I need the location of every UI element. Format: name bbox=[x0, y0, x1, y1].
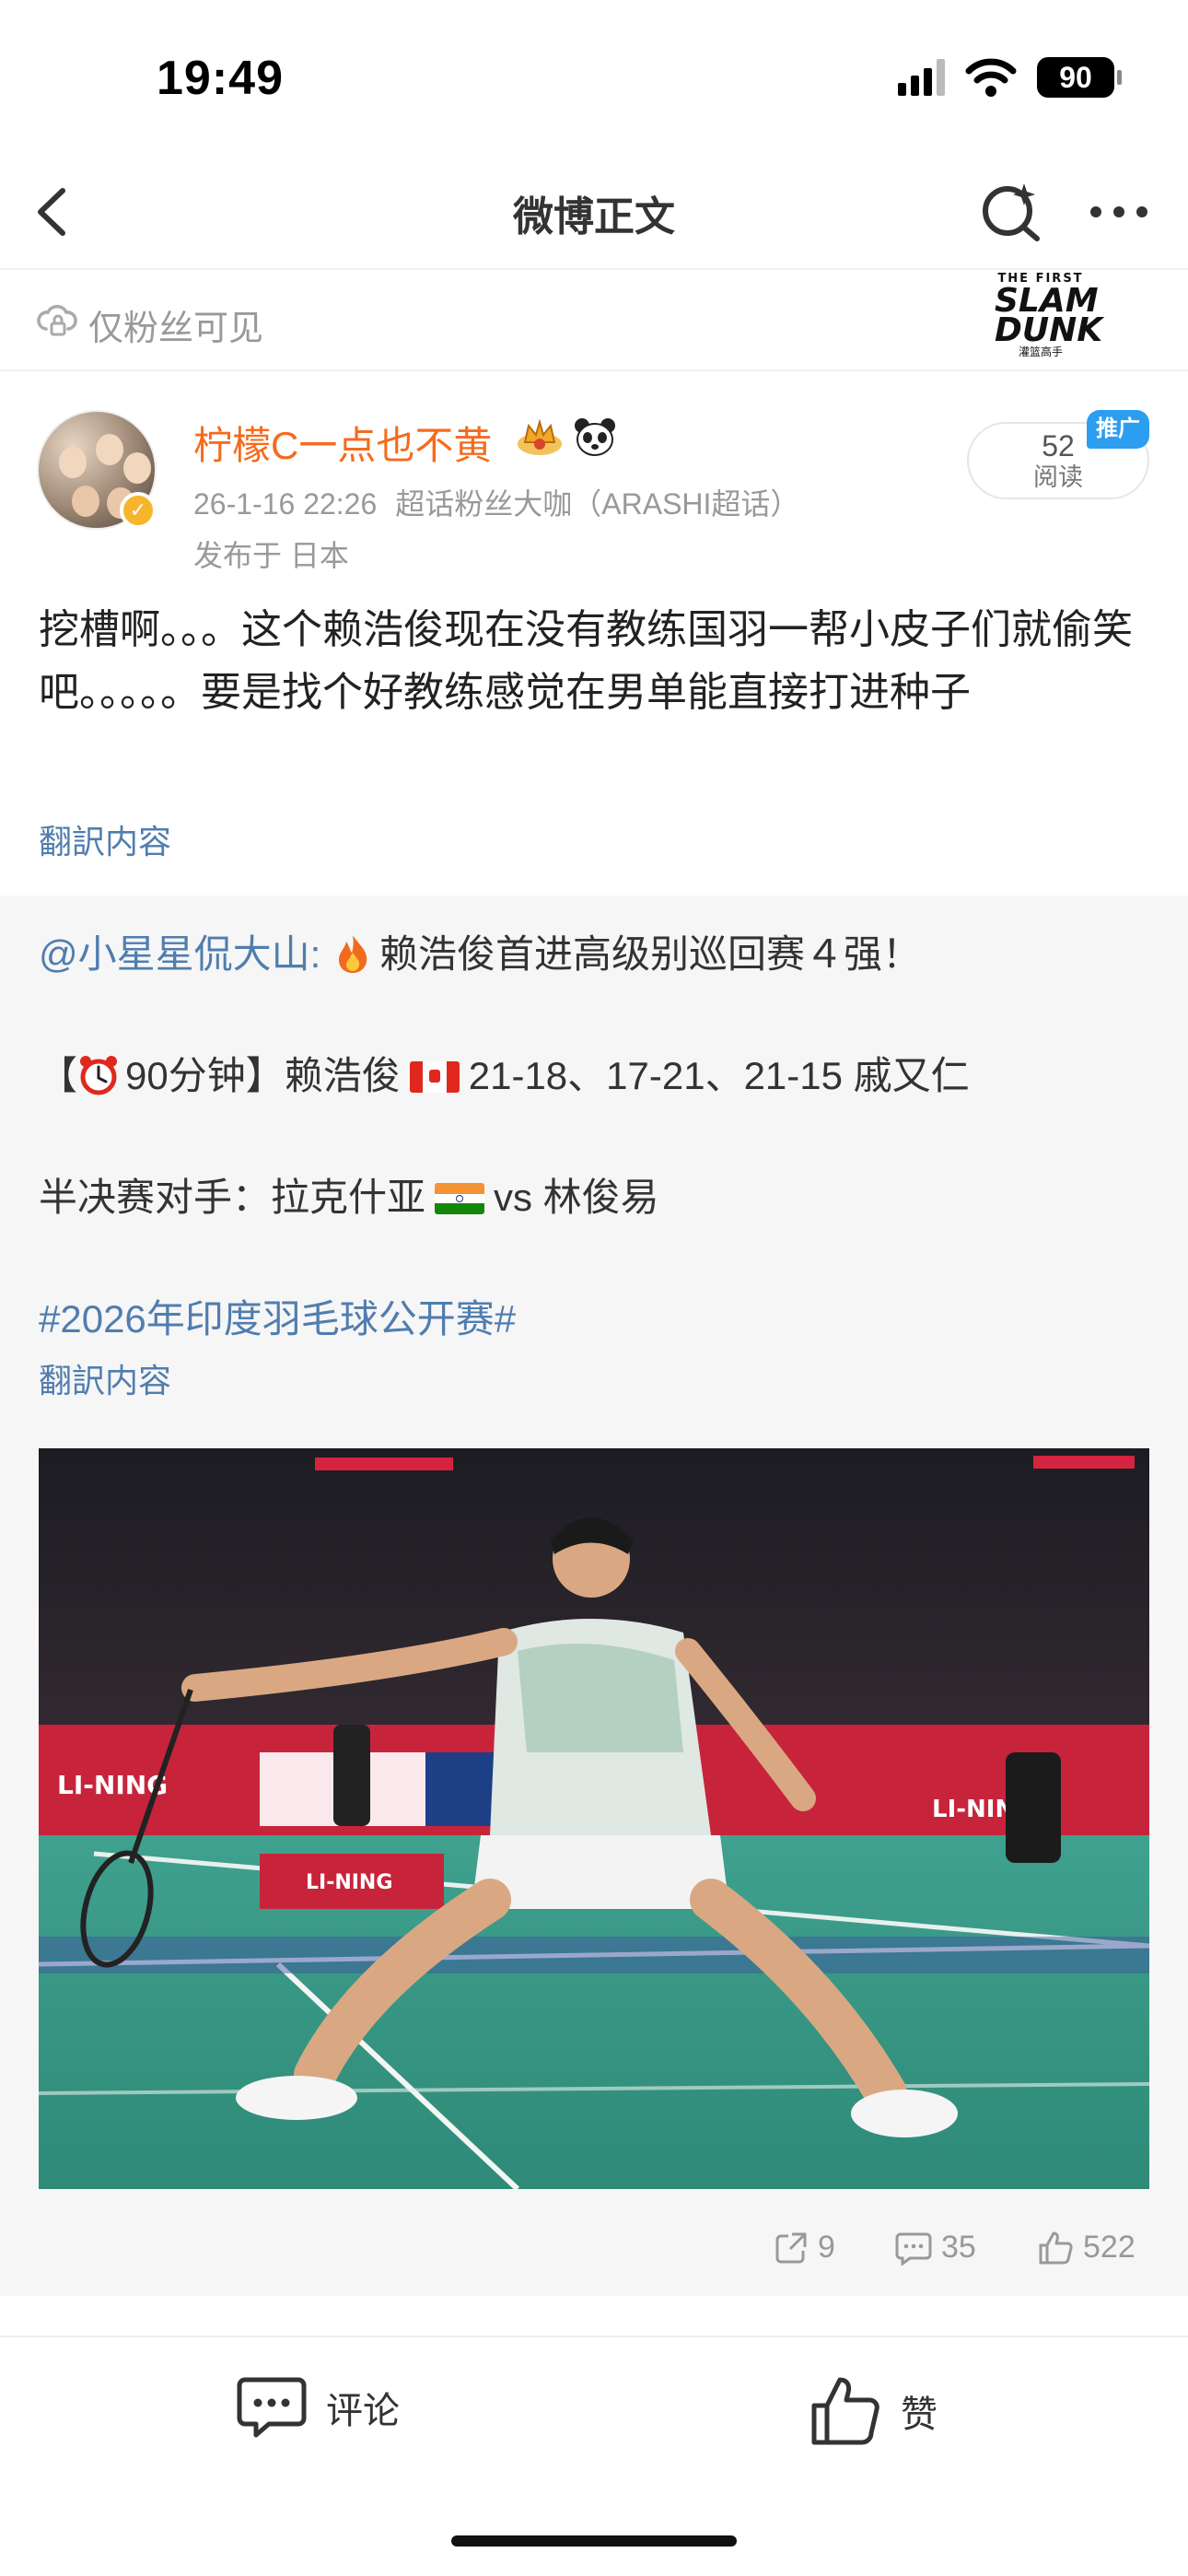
crown-badge-icon[interactable] bbox=[516, 416, 564, 457]
share-icon bbox=[775, 2232, 807, 2263]
visibility-label: 仅粉丝可见 bbox=[88, 310, 264, 348]
status-time: 19:49 bbox=[157, 52, 284, 105]
comment-button[interactable]: 评论 bbox=[236, 2374, 400, 2441]
read-label: 阅读 bbox=[1033, 463, 1083, 491]
svg-text:LI-NING: LI-NING bbox=[306, 1871, 392, 1894]
repost-translate-link[interactable]: 翻訳内容 bbox=[39, 1354, 171, 1402]
like-label: 赞 bbox=[901, 2395, 938, 2435]
thumbs-up-large-icon bbox=[811, 2377, 879, 2445]
repost-match-line: 【 90分钟】赖浩俊 21-18、17-21、21-15 戚又仁 bbox=[39, 1054, 970, 1097]
panda-badge-icon[interactable] bbox=[573, 416, 617, 457]
comment-count: 35 bbox=[941, 2230, 976, 2265]
nav-bar: 微博正文 bbox=[0, 152, 1188, 270]
post-meta: 26-1-16 22:26 超话粉丝大咖（ARASHI超话） bbox=[193, 481, 818, 523]
slam-dunk-logo[interactable]: THE FIRST SLAM DUNK 灌篮高手 bbox=[995, 272, 1102, 359]
bottom-action-bar: 评论 赞 bbox=[0, 2336, 1188, 2483]
author-name[interactable]: 柠檬C一点也不黄 bbox=[193, 415, 492, 471]
home-indicator bbox=[451, 2535, 737, 2547]
post-location: 发布于 日本 bbox=[193, 539, 349, 572]
alarm-clock-icon bbox=[80, 1056, 118, 1095]
cloud-lock-icon bbox=[37, 304, 77, 336]
fire-icon bbox=[338, 935, 367, 973]
post-source[interactable]: 超话粉丝大咖（ARASHI超话） bbox=[395, 487, 799, 521]
thumbs-up-icon bbox=[1039, 2231, 1073, 2264]
repost-count-action[interactable]: 9 bbox=[774, 2230, 835, 2266]
like-count: 522 bbox=[1083, 2230, 1136, 2265]
repost-semi-line: 半决赛对手：拉克什亚 vs 林俊易 bbox=[39, 1176, 659, 1219]
search-sparkle-icon[interactable] bbox=[978, 178, 1044, 244]
repost-count: 9 bbox=[818, 2230, 835, 2265]
repost-headline-line: @小星星侃大山: 赖浩俊首进高级别巡回赛４强！ bbox=[39, 923, 921, 979]
battery-icon: 90 bbox=[1037, 57, 1122, 98]
post-timestamp: 26-1-16 22:26 bbox=[193, 487, 378, 521]
comment-bubble-icon bbox=[237, 2377, 307, 2438]
repost-headline: 赖浩俊首进高级别巡回赛４强！ bbox=[379, 932, 921, 976]
india-flag-icon bbox=[435, 1183, 485, 1214]
more-dots-icon[interactable] bbox=[1087, 198, 1151, 226]
comment-icon bbox=[895, 2232, 932, 2266]
wifi-icon bbox=[965, 58, 1017, 97]
status-bar: 19:49 90 bbox=[0, 0, 1188, 152]
status-icons: 90 bbox=[898, 57, 1122, 98]
like-count-action[interactable]: 522 bbox=[1037, 2230, 1136, 2266]
canada-flag-icon bbox=[409, 1061, 460, 1093]
cellular-signal-icon bbox=[898, 59, 945, 96]
post-text: 挖槽啊。。。这个赖浩俊现在没有教练国羽一帮小皮子们就偷笑吧。。。。。要是找个好教… bbox=[39, 607, 1133, 715]
repost-author-link[interactable]: @小星星侃大山: bbox=[39, 932, 320, 976]
repost-hashtag[interactable]: #2026年印度羽毛球公开赛# bbox=[39, 1288, 516, 1344]
promo-badge[interactable]: 推广 bbox=[1087, 410, 1149, 449]
comment-count-action[interactable]: 35 bbox=[895, 2230, 976, 2266]
badminton-player-lunge-photo[interactable]: LI-NING LI-NING LI-NING bbox=[39, 1448, 1149, 2189]
verified-badge-icon: ✓ bbox=[120, 492, 157, 529]
photo-illustration: LI-NING LI-NING LI-NING bbox=[39, 1448, 1149, 2189]
comment-label: 评论 bbox=[326, 2391, 400, 2431]
like-button[interactable]: 赞 bbox=[809, 2374, 938, 2448]
translate-link[interactable]: 翻訳内容 bbox=[39, 815, 171, 863]
